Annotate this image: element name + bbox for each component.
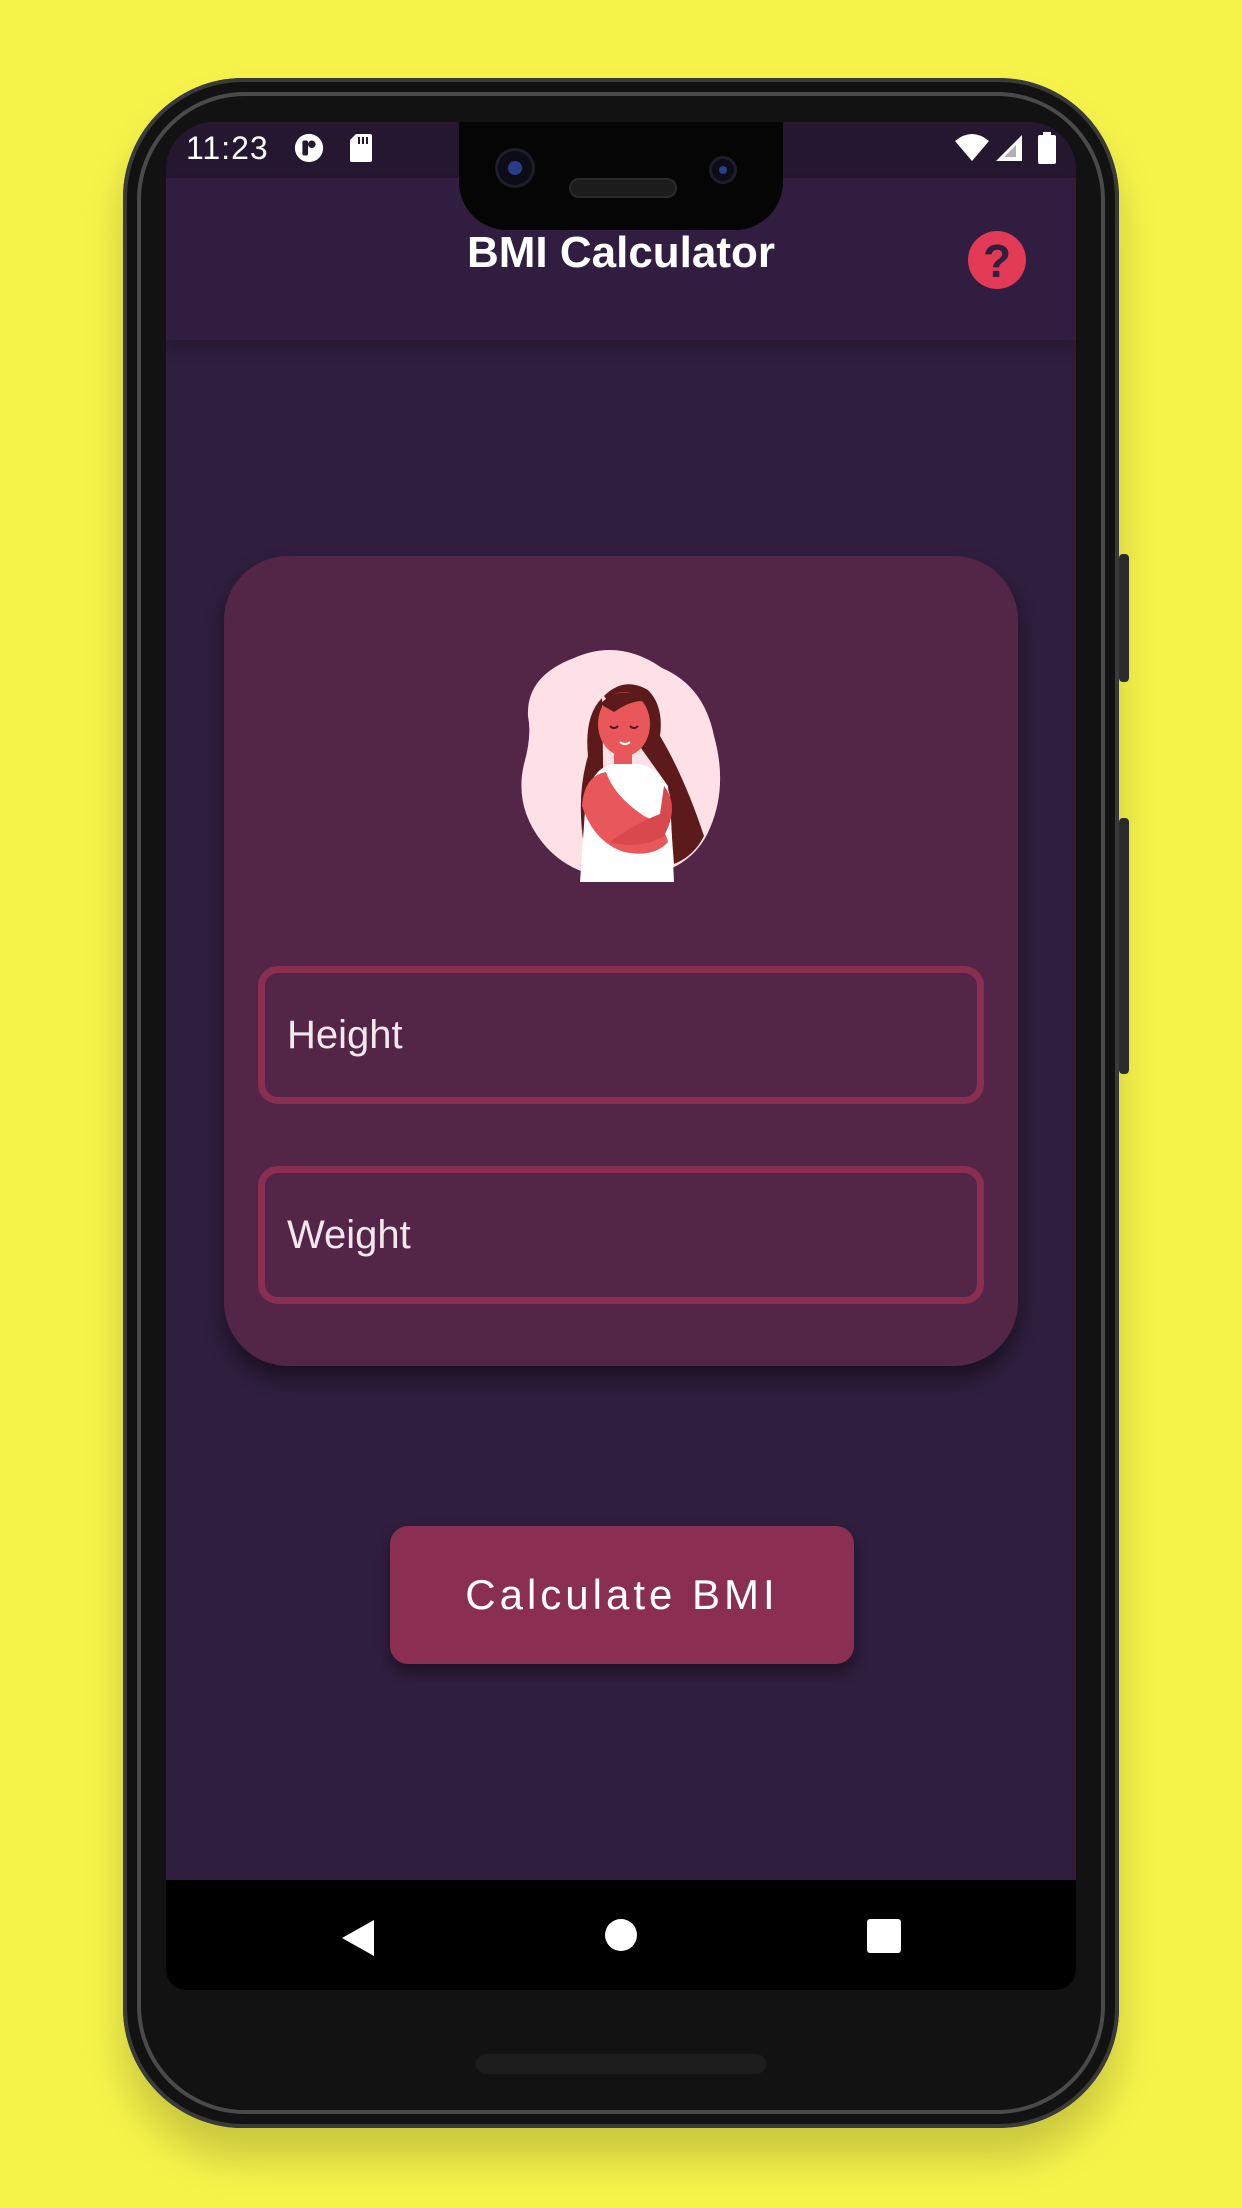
height-field[interactable] xyxy=(258,966,984,1104)
back-icon[interactable] xyxy=(340,1918,376,1958)
home-icon[interactable] xyxy=(604,1918,638,1952)
wifi-icon xyxy=(955,134,989,161)
phone-chin-speaker xyxy=(476,2054,766,2074)
device-screen: 11:23 BMI Calculator ? Height Weight Cal… xyxy=(166,122,1076,1990)
help-button[interactable]: ? xyxy=(968,231,1026,289)
sd-card-icon xyxy=(350,134,372,162)
weight-field[interactable] xyxy=(258,1166,984,1304)
volume-button xyxy=(1119,818,1129,1074)
cell-signal-icon xyxy=(996,135,1022,161)
woman-illustration xyxy=(521,650,721,882)
question-mark-icon: ? xyxy=(982,235,1012,287)
app-notification-icon xyxy=(294,133,324,163)
navigation-bar xyxy=(166,1880,1076,1990)
front-sensor xyxy=(709,156,737,184)
input-card xyxy=(224,556,1018,1366)
weight-input[interactable] xyxy=(265,1173,977,1297)
page-title: BMI Calculator xyxy=(466,228,776,277)
calculate-bmi-button[interactable]: Calculate BMI xyxy=(390,1526,854,1664)
height-input[interactable] xyxy=(265,973,977,1097)
camera-notch xyxy=(459,122,783,230)
power-button xyxy=(1119,554,1129,682)
earpiece-speaker xyxy=(569,178,677,198)
status-time: 11:23 xyxy=(186,130,269,166)
recents-icon[interactable] xyxy=(866,1918,902,1954)
front-camera xyxy=(495,148,535,188)
battery-icon xyxy=(1038,132,1056,164)
